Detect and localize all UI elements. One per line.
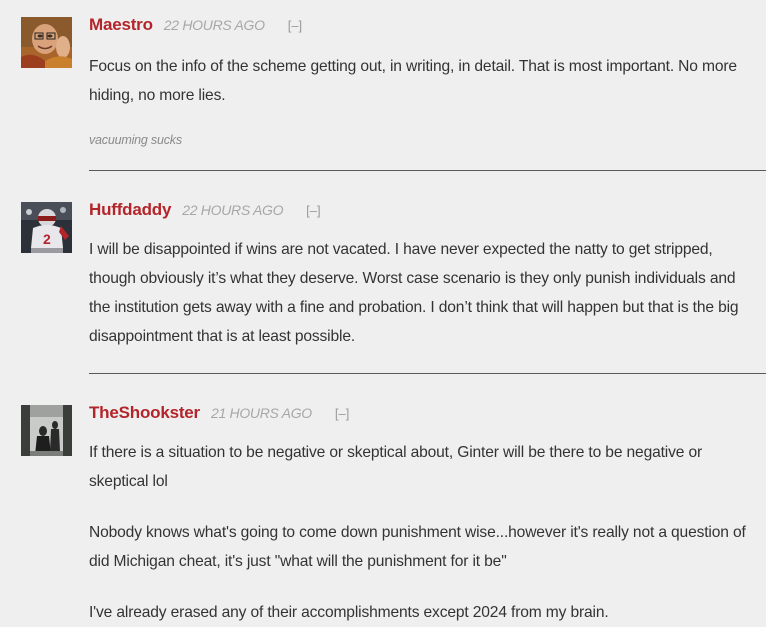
svg-text:2: 2	[43, 231, 51, 247]
comment-body: If there is a situation to be negative o…	[89, 438, 749, 627]
comment-timestamp: 21 HOURS AGO	[210, 405, 312, 421]
comment-paragraph: Nobody knows what's going to come down p…	[89, 524, 746, 570]
comment-paragraph: I will be disappointed if wins are not v…	[89, 241, 739, 345]
avatar[interactable]: 2	[21, 202, 72, 253]
comment-timestamp: 22 HOURS AGO	[182, 202, 284, 218]
collapse-button[interactable]: [–]	[335, 406, 349, 421]
comment-divider	[89, 170, 766, 171]
comment-signature: vacuuming sucks	[89, 133, 182, 147]
comment-timestamp: 22 HOURS AGO	[163, 17, 265, 33]
user-avatar-image	[21, 405, 72, 456]
user-avatar-image	[21, 17, 72, 68]
comment-header: Huffdaddy 22 HOURS AGO [–]	[89, 200, 321, 224]
comment-header: TheShookster 21 HOURS AGO [–]	[89, 403, 349, 427]
collapse-button[interactable]: [–]	[306, 203, 320, 218]
comment-paragraph: I've already erased any of their accompl…	[89, 604, 609, 621]
comment-author-link[interactable]: Huffdaddy	[89, 200, 171, 219]
comment-author-link[interactable]: Maestro	[89, 15, 153, 34]
comment-paragraph: If there is a situation to be negative o…	[89, 444, 703, 490]
comment-author-link[interactable]: TheShookster	[89, 403, 200, 422]
comment-body: Focus on the info of the scheme getting …	[89, 52, 749, 132]
user-avatar-image: 2	[21, 202, 72, 253]
comment-divider	[89, 373, 766, 374]
comment-thread: Maestro 22 HOURS AGO [–] Focus on the info…	[0, 0, 766, 627]
comment-body: I will be disappointed if wins are not v…	[89, 235, 749, 373]
avatar[interactable]	[21, 17, 72, 68]
comment-paragraph: Focus on the info of the scheme getting …	[89, 58, 737, 104]
collapse-button[interactable]: [–]	[288, 18, 302, 33]
avatar[interactable]	[21, 405, 72, 456]
comment-header: Maestro 22 HOURS AGO [–]	[89, 15, 302, 39]
